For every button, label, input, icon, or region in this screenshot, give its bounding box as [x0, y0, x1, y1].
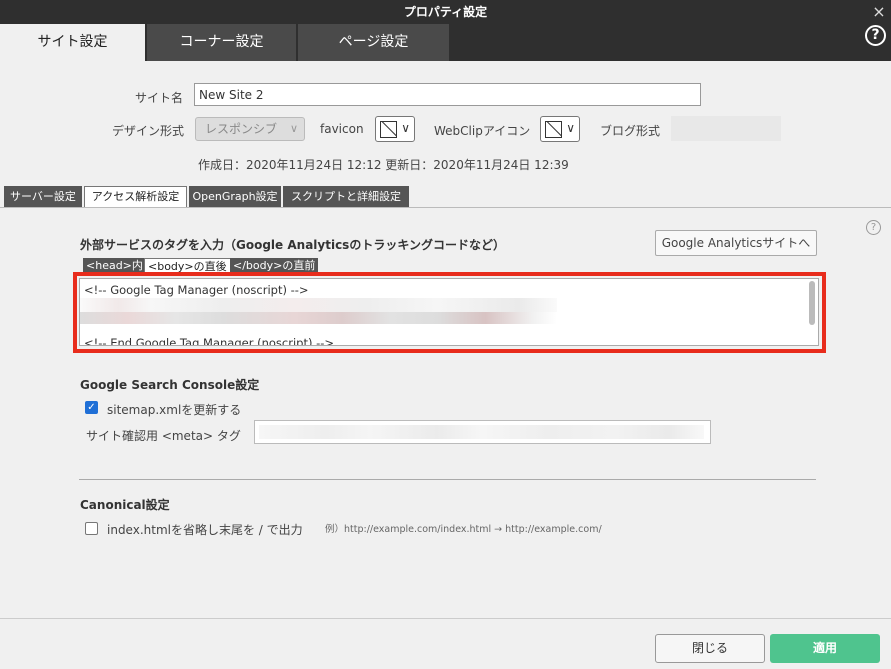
- empty-image-icon: [545, 121, 562, 138]
- tab-corner-settings[interactable]: コーナー設定: [147, 24, 296, 61]
- chevron-down-icon: ∨: [566, 121, 575, 135]
- webclip-select[interactable]: ∨: [540, 116, 580, 142]
- canonical-option-label: index.htmlを省略し末尾を / で出力: [107, 523, 303, 537]
- help-icon[interactable]: ?: [866, 220, 881, 235]
- canonical-example: 例）http://example.com/index.html → http:/…: [325, 524, 602, 535]
- window-title: プロパティ設定: [403, 5, 488, 19]
- favicon-label: favicon: [320, 122, 364, 136]
- chevron-down-icon: ∨: [401, 121, 410, 135]
- title-bar: プロパティ設定 × ? サイト設定 コーナー設定 ページ設定: [0, 0, 891, 61]
- close-button[interactable]: 閉じる: [655, 634, 765, 663]
- chevron-down-icon: ∨: [289, 122, 298, 135]
- gsc-title: Google Search Console設定: [80, 378, 260, 392]
- highlight-box: [73, 272, 826, 353]
- site-name-label: サイト名: [135, 91, 184, 105]
- help-icon[interactable]: ?: [865, 25, 886, 46]
- tab-page-settings[interactable]: ページ設定: [298, 24, 449, 61]
- subtab-scripts[interactable]: スクリプトと詳細設定: [283, 186, 409, 207]
- site-name-input[interactable]: [194, 83, 701, 106]
- divider: [0, 618, 891, 619]
- subtab-server[interactable]: サーバー設定: [4, 186, 82, 207]
- canonical-title: Canonical設定: [80, 498, 170, 512]
- divider: [79, 479, 816, 480]
- design-format-value: レスポンシブ: [205, 122, 278, 136]
- apply-button[interactable]: 適用: [770, 634, 880, 663]
- tab-site-settings[interactable]: サイト設定: [0, 24, 145, 61]
- sitemap-checkbox[interactable]: ✓: [85, 401, 98, 414]
- sitemap-label: sitemap.xmlを更新する: [107, 403, 242, 417]
- design-format-select[interactable]: レスポンシブ ∨: [195, 117, 305, 141]
- close-icon[interactable]: ×: [871, 4, 887, 20]
- design-format-label: デザイン形式: [112, 124, 185, 138]
- canonical-checkbox[interactable]: [85, 522, 98, 535]
- external-tags-title: 外部サービスのタグを入力（Google Analyticsのトラッキングコードな…: [80, 238, 505, 252]
- subtab-analytics[interactable]: アクセス解析設定: [84, 186, 187, 208]
- favicon-select[interactable]: ∨: [375, 116, 415, 142]
- google-analytics-button[interactable]: Google Analyticsサイトへ: [655, 230, 817, 256]
- created-updated-dates: 作成日：2020年11月24日 12:12 更新日：2020年11月24日 12…: [198, 158, 569, 172]
- subtab-opengraph[interactable]: OpenGraph設定: [189, 186, 281, 207]
- blog-format-label: ブログ形式: [600, 124, 661, 138]
- redacted-meta-value: [259, 425, 704, 439]
- webclip-label: WebClipアイコン: [434, 124, 531, 138]
- blog-format-field[interactable]: [671, 116, 781, 141]
- empty-image-icon: [380, 121, 397, 138]
- meta-tag-input[interactable]: [254, 420, 711, 444]
- meta-tag-label: サイト確認用 <meta> タグ: [86, 429, 241, 443]
